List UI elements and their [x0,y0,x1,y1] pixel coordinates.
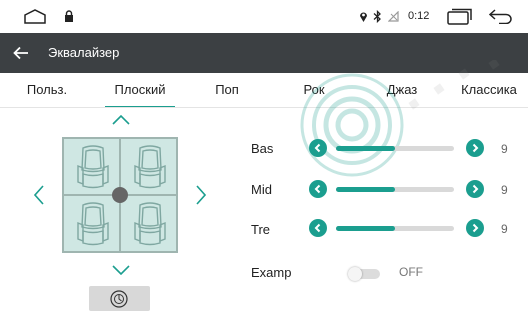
balance-position-handle[interactable] [112,187,128,203]
mid-slider-fill [336,187,395,192]
chevron-up-icon[interactable] [112,115,130,125]
seat-icon [77,145,109,189]
mid-increase-button[interactable] [466,180,484,198]
page-title: Эквалайзер [48,45,120,60]
seat-front-right[interactable] [120,138,177,195]
reset-icon [110,290,128,308]
clock: 0:12 [408,10,430,22]
bass-increase-button[interactable] [466,139,484,157]
mid-decrease-button[interactable] [309,180,327,198]
loudness-toggle[interactable] [348,267,380,281]
home-icon[interactable] [24,9,46,24]
tab-custom[interactable]: Польз. [18,73,76,108]
chevron-left-icon [314,184,321,194]
treble-increase-button[interactable] [466,219,484,237]
mid-slider[interactable] [336,187,454,192]
tab-pop[interactable]: Поп [205,73,249,108]
location-icon [360,12,367,22]
treble-label: Tre [251,222,271,237]
tab-label: Польз. [26,82,68,97]
chevron-right-icon [472,184,479,194]
bass-decrease-button[interactable] [309,139,327,157]
seat-rear-left[interactable] [63,195,120,252]
seat-front-left[interactable] [63,138,120,195]
chevron-left-icon [314,143,321,153]
tab-classic[interactable]: Классика [452,73,526,108]
status-bar: 0:12 [0,0,528,33]
reset-balance-button[interactable] [89,286,150,311]
toggle-knob [348,267,362,281]
tab-label: Поп [215,82,239,97]
tab-label: Рок [303,82,325,97]
treble-value: 9 [501,222,508,236]
lock-icon [65,10,73,22]
chevron-left-icon[interactable] [34,185,44,205]
loudness-label: Examp [251,265,292,280]
seat-icon [77,202,109,246]
treble-slider[interactable] [336,226,454,231]
seat-rear-right[interactable] [120,195,177,252]
tab-rock[interactable]: Рок [292,73,336,108]
arrow-left-icon[interactable] [12,44,30,62]
loudness-state: OFF [399,265,423,279]
back-icon[interactable] [489,9,513,24]
chevron-right-icon [472,223,479,233]
seat-icon [134,145,166,189]
mid-label: Mid [251,182,272,197]
chevron-right-icon [472,143,479,153]
bass-value: 9 [501,142,508,156]
tab-flat[interactable]: Плоский [97,73,183,108]
chevron-down-icon[interactable] [112,265,130,275]
chevron-left-icon [314,223,321,233]
recent-apps-icon[interactable] [447,8,473,25]
tab-label: Плоский [114,82,166,97]
title-bar: Эквалайзер [0,33,528,73]
tab-jazz[interactable]: Джаз [376,73,428,108]
tab-label: Джаз [386,82,418,97]
treble-decrease-button[interactable] [309,219,327,237]
bass-slider-fill [336,146,395,151]
mid-value: 9 [501,183,508,197]
bass-slider[interactable] [336,146,454,151]
chevron-right-icon[interactable] [196,185,206,205]
bluetooth-icon [373,10,381,23]
seat-icon [134,202,166,246]
bass-label: Bas [251,141,274,156]
no-signal-icon [388,11,399,22]
tab-label: Классика [461,82,517,97]
divider [0,107,528,108]
treble-slider-fill [336,226,395,231]
preset-tabs: Польз. Плоский Поп Рок Джаз Классика [0,73,528,108]
